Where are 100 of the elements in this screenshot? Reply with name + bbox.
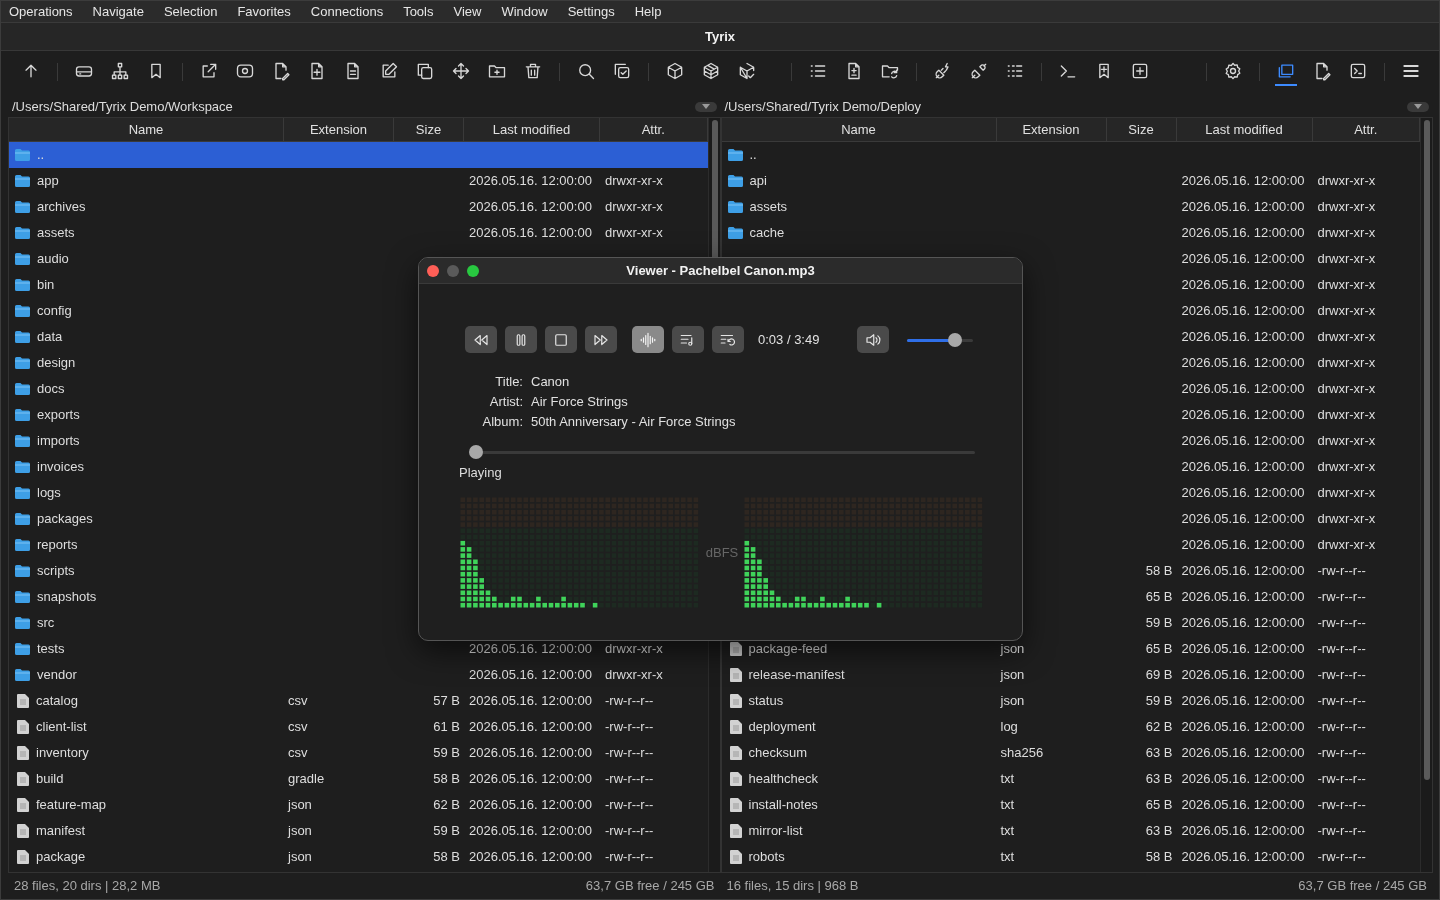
file-name: manifest bbox=[36, 822, 86, 841]
file-attributes: -rw-r--r-- bbox=[1317, 745, 1366, 761]
file-name: deployment bbox=[748, 718, 816, 737]
modified-date: 2026.05.16. 12:00:00 bbox=[1181, 199, 1305, 215]
file-attributes: drwxr-xr-x bbox=[1317, 511, 1376, 527]
modified-date: 2026.05.16. 12:00:00 bbox=[1181, 355, 1305, 371]
free-space: 63,7 GB free / 245 GB bbox=[585, 877, 715, 896]
modified-date: 2026.05.16. 12:00:00 bbox=[469, 641, 592, 657]
file-name: robots bbox=[748, 848, 785, 867]
file-extension: csv bbox=[288, 719, 308, 735]
file-attributes: drwxr-xr-x bbox=[605, 667, 663, 683]
file-name: imports bbox=[37, 432, 80, 451]
file-size: 63 B bbox=[1145, 823, 1173, 839]
file-size: 59 B bbox=[433, 745, 460, 761]
file-extension: json bbox=[1000, 641, 1025, 657]
file-name: vendor bbox=[37, 666, 77, 685]
file-name: snapshots bbox=[37, 588, 97, 607]
file-name: design bbox=[37, 354, 76, 373]
modified-date: 2026.05.16. 12:00:00 bbox=[469, 693, 592, 709]
file-name: config bbox=[37, 302, 72, 321]
file-size: 59 B bbox=[1145, 693, 1173, 709]
file-attributes: drwxr-xr-x bbox=[1317, 355, 1376, 371]
modified-date: 2026.05.16. 12:00:00 bbox=[469, 199, 592, 215]
file-name: healthcheck bbox=[748, 770, 818, 789]
file-attributes: -rw-r--r-- bbox=[605, 823, 654, 839]
file-attributes: drwxr-xr-x bbox=[1317, 303, 1376, 319]
modified-date: 2026.05.16. 12:00:00 bbox=[469, 823, 592, 839]
file-extension: csv bbox=[288, 693, 308, 709]
file-attributes: drwxr-xr-x bbox=[605, 225, 663, 241]
file-extension: txt bbox=[1000, 823, 1015, 839]
file-name: feature-map bbox=[36, 796, 107, 815]
file-attributes: drwxr-xr-x bbox=[1317, 537, 1376, 553]
modified-date: 2026.05.16. 12:00:00 bbox=[1181, 381, 1305, 397]
modified-date: 2026.05.16. 12:00:00 bbox=[1181, 589, 1305, 605]
file-extension: sha256 bbox=[1000, 745, 1044, 761]
file-size: 57 B bbox=[433, 693, 460, 709]
modified-date: 2026.05.16. 12:00:00 bbox=[1181, 849, 1305, 865]
modified-date: 2026.05.16. 12:00:00 bbox=[1181, 329, 1305, 345]
modified-date: 2026.05.16. 12:00:00 bbox=[469, 225, 592, 241]
file-name: .. bbox=[749, 146, 757, 165]
modified-date: 2026.05.16. 12:00:00 bbox=[1181, 407, 1305, 423]
file-size: 63 B bbox=[1145, 745, 1173, 761]
meter-unit-label: dBFS bbox=[704, 543, 740, 562]
file-name: status bbox=[748, 692, 784, 711]
modified-date: 2026.05.16. 12:00:00 bbox=[1181, 485, 1305, 501]
file-extension: json bbox=[288, 849, 312, 865]
file-attributes: drwxr-xr-x bbox=[605, 199, 663, 215]
file-attributes: drwxr-xr-x bbox=[1317, 485, 1376, 501]
metadata-label: Album: bbox=[481, 413, 523, 431]
file-name: catalog bbox=[36, 692, 78, 711]
file-size: 69 B bbox=[1145, 667, 1173, 683]
file-size: 63 B bbox=[1145, 771, 1173, 787]
modified-date: 2026.05.16. 12:00:00 bbox=[1181, 719, 1305, 735]
file-size: 58 B bbox=[433, 771, 460, 787]
modified-date: 2026.05.16. 12:00:00 bbox=[469, 745, 592, 761]
modified-date: 2026.05.16. 12:00:00 bbox=[1181, 641, 1305, 657]
file-attributes: -rw-r--r-- bbox=[605, 797, 654, 813]
file-attributes: -rw-r--r-- bbox=[1317, 849, 1366, 865]
file-size: 61 B bbox=[433, 719, 460, 735]
file-name: assets bbox=[37, 224, 75, 243]
modified-date: 2026.05.16. 12:00:00 bbox=[469, 771, 592, 787]
file-attributes: -rw-r--r-- bbox=[1317, 589, 1366, 605]
file-attributes: -rw-r--r-- bbox=[1317, 667, 1366, 683]
file-attributes: drwxr-xr-x bbox=[1317, 329, 1376, 345]
modified-date: 2026.05.16. 12:00:00 bbox=[1181, 277, 1305, 293]
modified-date: 2026.05.16. 12:00:00 bbox=[469, 719, 592, 735]
file-name: .. bbox=[37, 146, 45, 165]
file-attributes: drwxr-xr-x bbox=[1317, 459, 1376, 475]
file-name: api bbox=[749, 172, 767, 191]
file-size: 62 B bbox=[433, 797, 460, 813]
file-name: logs bbox=[37, 484, 61, 503]
file-attributes: -rw-r--r-- bbox=[605, 849, 654, 865]
playback-status: Playing bbox=[459, 464, 503, 482]
modified-date: 2026.05.16. 12:00:00 bbox=[1181, 225, 1305, 241]
status-summary: 28 files, 20 dirs | 28,2 MB bbox=[14, 877, 162, 896]
file-attributes: -rw-r--r-- bbox=[605, 771, 654, 787]
file-name: release-manifest bbox=[748, 666, 845, 685]
file-attributes: -rw-r--r-- bbox=[1317, 823, 1366, 839]
modified-date: 2026.05.16. 12:00:00 bbox=[1181, 745, 1305, 761]
metadata-value: 50th Anniversary - Air Force Strings bbox=[531, 413, 736, 431]
modified-date: 2026.05.16. 12:00:00 bbox=[1181, 797, 1305, 813]
file-extension: txt bbox=[1000, 771, 1015, 787]
file-size: 65 B bbox=[1145, 641, 1173, 657]
modified-date: 2026.05.16. 12:00:00 bbox=[1181, 823, 1305, 839]
file-extension: json bbox=[288, 797, 312, 813]
file-name: src bbox=[37, 614, 55, 633]
file-name: invoices bbox=[37, 458, 84, 477]
file-name: data bbox=[37, 328, 63, 347]
file-attributes: drwxr-xr-x bbox=[1317, 251, 1376, 267]
file-extension: txt bbox=[1000, 797, 1015, 813]
playback-time: 0:03 / 3:49 bbox=[758, 330, 820, 349]
file-size: 58 B bbox=[1145, 563, 1173, 579]
file-name: checksum bbox=[748, 744, 808, 763]
file-size: 65 B bbox=[1145, 589, 1173, 605]
file-name: client-list bbox=[36, 718, 87, 737]
file-size: 62 B bbox=[1145, 719, 1173, 735]
file-attributes: -rw-r--r-- bbox=[1317, 771, 1366, 787]
metadata-label: Title: bbox=[494, 373, 523, 391]
file-name: mirror-list bbox=[748, 822, 803, 841]
file-attributes: drwxr-xr-x bbox=[1317, 225, 1376, 241]
